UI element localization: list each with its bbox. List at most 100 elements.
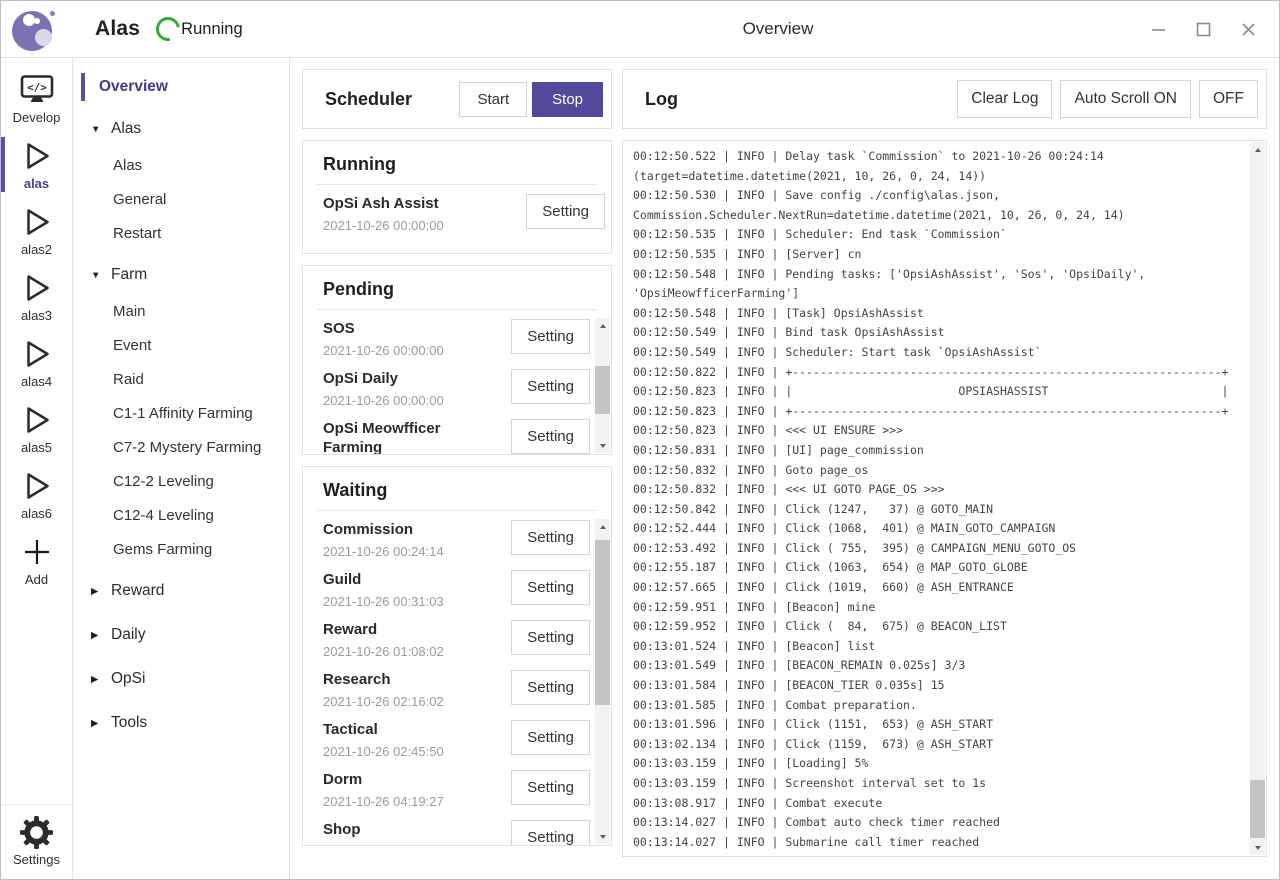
setting-button[interactable]: Setting [511, 820, 590, 845]
sidebar-item-alas4[interactable]: alas4 [1, 330, 72, 395]
scroll-thumb[interactable] [1250, 780, 1265, 838]
caret-right-icon: ▶ [91, 718, 102, 729]
setting-button[interactable]: Setting [511, 770, 590, 805]
nav-group-label: Farm [111, 266, 147, 284]
nav-group-opsi[interactable]: ▶OpSi [73, 660, 289, 698]
setting-button[interactable]: Setting [511, 570, 590, 605]
window-controls [1136, 8, 1279, 50]
task-name: OpSi Daily [323, 369, 497, 388]
scroll-up-icon[interactable] [595, 318, 610, 333]
nav-item-c1-1-affinity-farming[interactable]: C1-1 Affinity Farming [73, 396, 289, 430]
start-button[interactable]: Start [459, 82, 527, 117]
scroll-up-icon[interactable] [595, 519, 610, 534]
nav-group-reward[interactable]: ▶Reward [73, 572, 289, 610]
setting-button[interactable]: Setting [511, 419, 590, 454]
waiting-scrollbar[interactable] [595, 519, 610, 844]
pending-scrollbar[interactable] [595, 318, 610, 453]
running-panel: Running OpSi Ash Assist2021-10-26 00:00:… [302, 140, 612, 254]
task-name: Reward [323, 620, 497, 639]
task-next-run: 2021-10-26 02:45:50 [323, 744, 497, 759]
auto-scroll-on-button[interactable]: Auto Scroll ON [1060, 80, 1191, 118]
setting-button[interactable]: Setting [511, 319, 590, 354]
icon-sidebar-items: </> Develop alas alas2 alas3alas4alas5 alas6 A… [1, 66, 72, 594]
task-next-run: 2021-10-26 02:16:02 [323, 694, 497, 709]
nav-item-c7-2-mystery-farming[interactable]: C7-2 Mystery Farming [73, 430, 289, 464]
sidebar-item-alas6[interactable]: alas6 [1, 462, 72, 527]
play-icon [21, 337, 53, 371]
log-line: 00:12:59.952 | INFO | Click ( 84, 675) @… [633, 617, 1250, 637]
nav-group-tools[interactable]: ▶ Tools [73, 704, 289, 742]
scroll-thumb[interactable] [595, 366, 610, 414]
log-output: 00:12:50.522 | INFO | Delay task `Commis… [622, 140, 1267, 857]
sidebar-item-alas3[interactable]: alas3 [1, 264, 72, 329]
nav-item-c12-4-leveling[interactable]: C12-4 Leveling [73, 498, 289, 532]
log-line: 00:13:01.549 | INFO | [BEACON_REMAIN 0.0… [633, 656, 1250, 676]
log-line: 00:13:01.524 | INFO | [Beacon] list [633, 637, 1250, 657]
running-title: Running [303, 141, 611, 184]
scheduler-title: Scheduler [325, 89, 459, 110]
setting-button[interactable]: Setting [526, 194, 605, 229]
scroll-down-icon[interactable] [595, 829, 610, 844]
sidebar-item-label: Develop [13, 110, 61, 125]
sidebar-item-alas[interactable]: alas [1, 132, 72, 197]
log-line: 00:12:57.665 | INFO | Click (1019, 660) … [633, 578, 1250, 598]
log-line: 00:13:14.027 | INFO | Submarine call tim… [633, 833, 1250, 853]
play-icon [21, 403, 53, 437]
pending-title: Pending [303, 266, 611, 309]
log-line: 00:12:50.549 | INFO | Scheduler: Start t… [633, 343, 1250, 363]
auto-scroll-off-button[interactable]: OFF [1199, 80, 1258, 118]
close-icon[interactable] [1226, 8, 1271, 50]
scroll-down-icon[interactable] [595, 438, 610, 453]
setting-button[interactable]: Setting [511, 720, 590, 755]
log-line: 'OpsiMeowfficerFarming'] [633, 284, 1250, 304]
sidebar-item-label: alas6 [21, 506, 52, 521]
setting-button[interactable]: Setting [511, 670, 590, 705]
nav-item-alas[interactable]: Alas [73, 148, 289, 182]
clear-log-button[interactable]: Clear Log [957, 80, 1052, 118]
develop-monitor-icon: </> [18, 73, 56, 107]
task-row: ShopSetting [323, 811, 596, 845]
scroll-thumb[interactable] [595, 540, 610, 705]
nav-group-label: Tools [111, 714, 147, 732]
nav-item-general[interactable]: General [73, 182, 289, 216]
nav-item-overview[interactable]: Overview [73, 70, 289, 104]
nav-item-event[interactable]: Event [73, 328, 289, 362]
log-line: 00:12:50.522 | INFO | Delay task `Commis… [633, 147, 1250, 167]
nav-group-farm[interactable]: ▼Farm [73, 256, 289, 294]
task-name: Commission [323, 520, 497, 539]
nav-item-main[interactable]: Main [73, 294, 289, 328]
sidebar-item-alas5[interactable]: alas5 [1, 396, 72, 461]
task-info: SOS2021-10-26 00:00:00 [323, 319, 511, 358]
scroll-up-icon[interactable] [1250, 142, 1265, 157]
nav-item-raid[interactable]: Raid [73, 362, 289, 396]
maximize-icon[interactable] [1181, 8, 1226, 50]
task-next-run: 2021-10-26 04:19:27 [323, 794, 497, 809]
log-line: 00:12:50.535 | INFO | Scheduler: End tas… [633, 225, 1250, 245]
log-line: 00:12:50.548 | INFO | [Task] OpsiAshAssi… [633, 304, 1250, 324]
sidebar-item-settings[interactable]: Settings [1, 804, 72, 873]
nav-sidebar: Overview ▼AlasAlasGeneralRestart ▼FarmMai… [73, 58, 290, 879]
nav-group-alas[interactable]: ▼Alas [73, 110, 289, 148]
minimize-icon[interactable] [1136, 8, 1181, 50]
setting-button[interactable]: Setting [511, 620, 590, 655]
nav-item-gems-farming[interactable]: Gems Farming [73, 532, 289, 566]
nav-group-daily[interactable]: ▶Daily [73, 616, 289, 654]
task-info: Tactical2021-10-26 02:45:50 [323, 720, 511, 759]
sidebar-item-alas2[interactable]: alas2 [1, 198, 72, 263]
stop-button[interactable]: Stop [532, 82, 603, 117]
log-line: 00:12:50.822 | INFO | +-----------------… [633, 363, 1250, 383]
nav-item-c12-2-leveling[interactable]: C12-2 Leveling [73, 464, 289, 498]
sidebar-item-add[interactable]: Add [1, 528, 72, 593]
log-line: 00:12:50.530 | INFO | Save config ./conf… [633, 186, 1250, 206]
setting-button[interactable]: Setting [511, 520, 590, 555]
task-row: SOS2021-10-26 00:00:00Setting [323, 310, 596, 360]
task-row: Commission2021-10-26 00:24:14Setting [323, 511, 596, 561]
nav-item-restart[interactable]: Restart [73, 216, 289, 250]
log-title: Log [645, 89, 949, 110]
setting-button[interactable]: Setting [511, 369, 590, 404]
sidebar-item-develop[interactable]: </> Develop [1, 66, 72, 131]
running-spinner-icon [151, 12, 184, 45]
log-scrollbar[interactable] [1250, 142, 1265, 855]
scroll-down-icon[interactable] [1250, 840, 1265, 855]
sidebar-item-label: alas2 [21, 242, 52, 257]
